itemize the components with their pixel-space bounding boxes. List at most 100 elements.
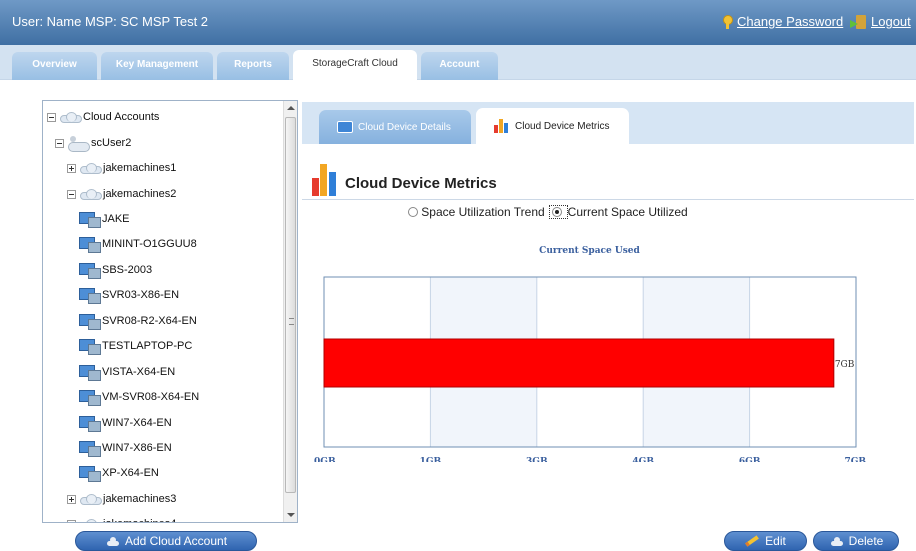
- computer-icon: [79, 313, 101, 330]
- add-cloud-account-label: Add Cloud Account: [124, 534, 228, 548]
- chart-tick-label: 0GB: [314, 457, 336, 462]
- logout-link[interactable]: Logout: [871, 14, 911, 29]
- metrics-panel: Cloud Device Details Cloud Device Metric…: [302, 102, 914, 524]
- tab-cloud-device-details[interactable]: Cloud Device Details: [319, 110, 471, 144]
- delete-button[interactable]: Delete: [813, 531, 899, 551]
- computer-icon: [79, 440, 101, 457]
- tree-machine[interactable]: MININT-O1GGUU8: [79, 236, 197, 253]
- collapse-icon[interactable]: [47, 112, 56, 122]
- tree-machine[interactable]: SBS-2003: [79, 262, 153, 279]
- computer-icon: [79, 287, 101, 304]
- cloud-accounts-tree: Cloud Accounts scUser2 jakemachines1 jak…: [42, 100, 298, 523]
- cloud-delete-icon: [829, 536, 843, 546]
- computer-icon: [79, 389, 101, 406]
- tree-machine-label: MININT-O1GGUU8: [102, 238, 197, 250]
- tree-group-label: jakemachines1: [103, 162, 177, 174]
- chart-tick-label: 1GB: [420, 457, 442, 462]
- computer-icon: [79, 211, 101, 228]
- tree-machine-label: SVR03-X86-EN: [102, 289, 180, 301]
- user-icon: [68, 136, 90, 152]
- tree-machine-label: VM-SVR08-X64-EN: [102, 391, 200, 403]
- change-password-link-group[interactable]: Change Password: [722, 14, 843, 29]
- bar-chart-icon: [312, 164, 338, 196]
- cloud-icon: [60, 111, 82, 123]
- user-info: User: Name MSP: SC MSP Test 2: [12, 14, 209, 29]
- cloud-icon: [80, 188, 102, 200]
- tab-cloud-device-metrics[interactable]: Cloud Device Metrics: [476, 108, 629, 144]
- add-cloud-account-button[interactable]: Add Cloud Account: [75, 531, 257, 551]
- chart-data-label: 7GB: [835, 360, 855, 370]
- tree-machine[interactable]: JAKE: [79, 211, 130, 228]
- section-title: Cloud Device Metrics: [345, 175, 497, 192]
- pencil-icon: [745, 535, 760, 547]
- tree-machine[interactable]: WIN7-X64-EN: [79, 415, 172, 432]
- logout-icon: [850, 14, 866, 29]
- scroll-up-arrow-icon[interactable]: [287, 106, 295, 110]
- focus-outline: [548, 205, 568, 219]
- tree-group-label: jakemachines2: [103, 188, 177, 200]
- grip-icon: [289, 318, 294, 325]
- computer-icon: [79, 338, 101, 355]
- collapse-icon[interactable]: [67, 189, 76, 199]
- radio-button[interactable]: [408, 207, 419, 217]
- tab-account[interactable]: Account: [421, 52, 498, 80]
- tab-cloud-device-details-label: Cloud Device Details: [358, 121, 451, 133]
- tree-machine[interactable]: TESTLAPTOP-PC: [79, 338, 193, 355]
- tree-root[interactable]: Cloud Accounts: [47, 109, 159, 125]
- chart-bar: [323, 338, 835, 388]
- tree-machine[interactable]: WIN7-X86-EN: [79, 440, 172, 457]
- tree-user[interactable]: scUser2: [55, 135, 131, 152]
- tab-reports[interactable]: Reports: [217, 52, 289, 80]
- chart-tick-label: 3GB: [526, 457, 548, 462]
- radio-trend-label: Space Utilization Trend: [421, 205, 545, 219]
- tree-machine-label: TESTLAPTOP-PC: [102, 340, 193, 352]
- logout-link-group[interactable]: Logout: [850, 14, 911, 29]
- chart-tick-label: 6GB: [739, 457, 761, 462]
- expand-icon[interactable]: [67, 163, 76, 173]
- top-header-bar: User: Name MSP: SC MSP Test 2 Change Pas…: [0, 0, 916, 45]
- tree-group[interactable]: jakemachines3: [67, 491, 176, 507]
- cloud-add-icon: [105, 536, 119, 546]
- tree-machine-label: WIN7-X86-EN: [102, 442, 172, 454]
- collapse-icon[interactable]: [55, 138, 64, 148]
- computer-icon: [79, 364, 101, 381]
- radio-current-label: Current Space Utilized: [567, 205, 688, 219]
- tab-overview[interactable]: Overview: [12, 52, 97, 80]
- tab-storagecraft-cloud[interactable]: StorageCraft Cloud: [293, 50, 417, 81]
- tree-machine-label: JAKE: [102, 213, 130, 225]
- delete-label: Delete: [848, 534, 884, 548]
- scrollbar-thumb[interactable]: [285, 117, 296, 493]
- tree-machine[interactable]: SVR03-X86-EN: [79, 287, 180, 304]
- radio-button-selected[interactable]: [551, 207, 562, 217]
- tree-machine[interactable]: XP-X64-EN: [79, 465, 159, 482]
- cloud-icon: [80, 162, 102, 174]
- tree-group[interactable]: jakemachines4: [67, 516, 176, 522]
- radio-current-space-utilized[interactable]: Current Space Utilized: [548, 205, 688, 219]
- tab-key-management[interactable]: Key Management: [101, 52, 213, 80]
- computer-icon: [79, 262, 101, 279]
- tree-machine[interactable]: VM-SVR08-X64-EN: [79, 389, 200, 406]
- bar-chart-icon: [494, 119, 510, 133]
- tree-group[interactable]: jakemachines1: [67, 160, 176, 176]
- scroll-down-arrow-icon[interactable]: [287, 513, 295, 517]
- tree-machine-label: SBS-2003: [102, 264, 153, 276]
- space-used-chart: 7GB0GB1GB3GB4GB6GB7GBSpace Used (GB): [314, 276, 866, 462]
- tree-group[interactable]: jakemachines2: [67, 186, 176, 202]
- tree-machine[interactable]: VISTA-X64-EN: [79, 364, 176, 381]
- tree-machine[interactable]: SVR08-R2-X64-EN: [79, 313, 197, 330]
- main-tab-strip: Overview Key Management Reports StorageC…: [0, 45, 916, 81]
- change-password-link[interactable]: Change Password: [737, 14, 843, 29]
- edit-button[interactable]: Edit: [724, 531, 807, 551]
- expand-icon[interactable]: [67, 519, 76, 522]
- expand-icon[interactable]: [67, 494, 76, 504]
- tree-machine-label: SVR08-R2-X64-EN: [102, 315, 197, 327]
- radio-space-utilization-trend[interactable]: Space Utilization Trend: [408, 205, 545, 219]
- tree-group-label: jakemachines4: [103, 518, 176, 522]
- view-mode-radio-group: Space Utilization Trend Current Space Ut…: [242, 205, 854, 219]
- tree-machine-label: WIN7-X64-EN: [102, 417, 172, 429]
- computer-icon: [79, 236, 101, 253]
- tree-machine-label: VISTA-X64-EN: [102, 366, 176, 378]
- subtab-bar: Cloud Device Details Cloud Device Metric…: [302, 102, 914, 144]
- tree-scrollbar[interactable]: [283, 101, 297, 522]
- edit-label: Edit: [765, 534, 786, 548]
